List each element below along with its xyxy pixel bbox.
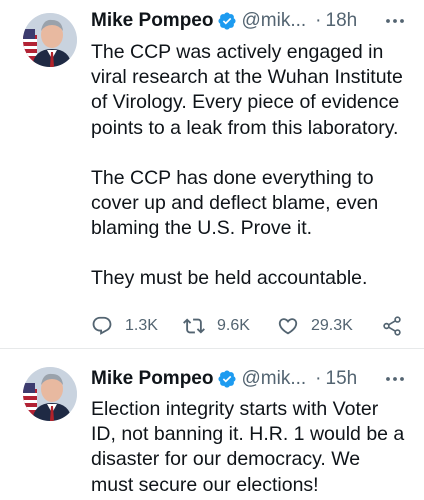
share-button[interactable] <box>381 313 403 339</box>
tweet-timestamp[interactable]: 18h <box>326 10 358 32</box>
retweet-button[interactable]: 9.6K <box>183 313 250 339</box>
like-button[interactable]: 29.3K <box>277 313 353 339</box>
tweet-header: Mike Pompeo @mik... · 15h <box>91 365 410 393</box>
tweet-timestamp[interactable]: 15h <box>326 368 358 390</box>
reply-count: 1.3K <box>125 317 158 334</box>
separator-dot: · <box>315 368 322 389</box>
tweet-actions: 1.3K 9.6K 29.3K <box>91 313 411 339</box>
retweet-icon <box>183 318 205 334</box>
author-handle[interactable]: @mik... <box>241 10 306 32</box>
tweet-text-line: must secure our elections! <box>91 473 319 496</box>
tweet-text-line: disaster for our democracy. We <box>91 448 361 471</box>
more-options-icon[interactable] <box>384 11 406 31</box>
author-avatar[interactable] <box>23 13 77 67</box>
reply-icon <box>92 316 112 335</box>
share-icon <box>383 316 401 336</box>
tweet-text: The CCP was actively engaged in viral re… <box>91 40 414 292</box>
tweet-text-line: cover up and deflect blame, even <box>91 192 379 215</box>
verified-badge-icon <box>218 12 237 30</box>
tweet-text: Election integrity starts with Voter ID,… <box>91 397 414 498</box>
avatar-image <box>23 367 77 421</box>
tweet-header: Mike Pompeo @mik... · 18h <box>91 7 410 35</box>
separator-dot: · <box>315 10 322 31</box>
tweet-text-line: points to a leak from this laboratory. <box>91 116 399 139</box>
avatar-image <box>23 13 77 67</box>
author-handle[interactable]: @mik... <box>241 368 306 390</box>
tweet-text-line: blaming the U.S. Prove it. <box>91 217 313 240</box>
more-options-icon[interactable] <box>384 369 406 389</box>
tweet-text-line: Election integrity starts with Voter <box>91 398 379 420</box>
tweet-text-line: They must be held accountable. <box>91 267 368 290</box>
tweet-1[interactable]: Mike Pompeo @mik... · 18h The CCP was ac… <box>0 0 424 348</box>
like-heart-icon <box>278 318 298 335</box>
tweet-2[interactable]: Mike Pompeo @mik... · 15h Election integ… <box>0 349 424 500</box>
tweet-text-line: viral research at the Wuhan Institute <box>91 66 403 89</box>
author-avatar[interactable] <box>23 367 77 421</box>
tweet-text-line: The CCP has done everything to <box>91 166 374 189</box>
like-count: 29.3K <box>311 317 353 334</box>
tweet-text-line: of Virology. Every piece of evidence <box>91 91 400 114</box>
retweet-count: 9.6K <box>217 317 250 334</box>
author-name[interactable]: Mike Pompeo <box>91 368 213 390</box>
author-name[interactable]: Mike Pompeo <box>91 10 213 32</box>
tweet-text-line: The CCP was actively engaged in <box>91 41 384 63</box>
reply-button[interactable]: 1.3K <box>91 313 158 339</box>
verified-badge-icon <box>218 370 237 388</box>
tweet-text-line: ID, not banning it. H.R. 1 would be a <box>91 423 405 446</box>
